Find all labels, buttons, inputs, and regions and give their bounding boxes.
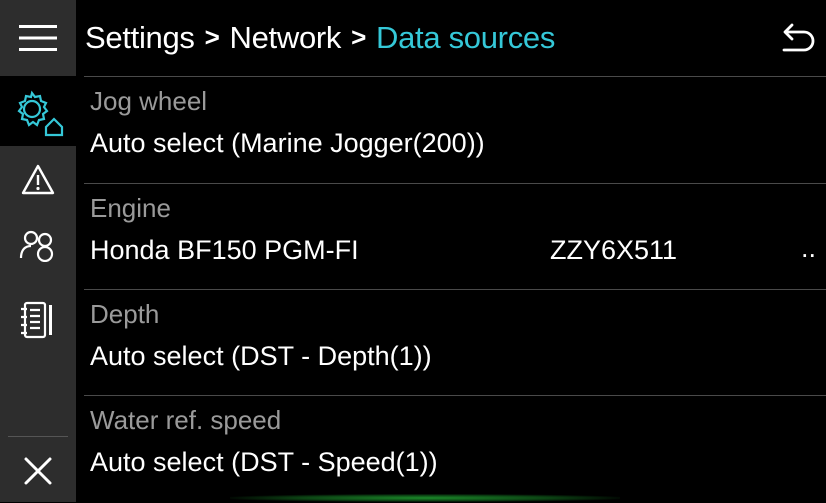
- list-item-water-ref-speed[interactable]: Water ref. speed Auto select (DST - Spee…: [76, 397, 826, 503]
- alerts-button[interactable]: [0, 150, 76, 210]
- breadcrumb-separator: >: [204, 22, 220, 52]
- list-item-depth[interactable]: Depth Auto select (DST - Depth(1)): [76, 291, 826, 397]
- menu-button[interactable]: [0, 0, 76, 76]
- sidebar-divider: [8, 436, 68, 437]
- row-label: Engine: [90, 193, 171, 223]
- alert-icon: [21, 164, 55, 195]
- breadcrumb-network[interactable]: Network: [230, 20, 342, 55]
- row-label: Jog wheel: [90, 86, 208, 116]
- row-label: Water ref. speed: [90, 405, 282, 435]
- breadcrumb-separator: >: [351, 22, 366, 52]
- more-indicator: ..: [800, 233, 816, 263]
- settings-button[interactable]: [0, 76, 76, 146]
- breadcrumb-data-sources: Data sources: [376, 20, 556, 55]
- row-divider: [84, 76, 826, 77]
- contacts-icon: [19, 230, 54, 262]
- row-value: Auto select (Marine Jogger(200)): [90, 128, 485, 158]
- row-serial: ZZY6X511: [550, 235, 678, 265]
- row-label: Depth: [90, 299, 160, 329]
- row-value: Auto select (DST - Depth(1)): [90, 341, 432, 371]
- row-value: Auto select (DST - Speed(1)): [90, 447, 438, 477]
- list-item-jog-wheel[interactable]: Jog wheel Auto select (Marine Jogger(200…: [76, 78, 826, 184]
- settings-home-icon: [17, 90, 64, 137]
- row-divider: [84, 183, 826, 184]
- close-button[interactable]: [0, 440, 76, 502]
- row-divider: [84, 289, 826, 290]
- row-divider: [84, 395, 826, 396]
- scroll-glow: [230, 494, 620, 502]
- breadcrumb: Settings > Network > Data sources: [85, 20, 555, 56]
- logbook-button[interactable]: [0, 285, 76, 355]
- header: Settings > Network > Data sources: [76, 0, 826, 76]
- back-button[interactable]: [778, 22, 818, 58]
- list-item-engine[interactable]: Engine Honda BF150 PGM-FI ZZY6X511 ..: [76, 185, 826, 291]
- contacts-button[interactable]: [0, 215, 76, 275]
- logbook-icon: [21, 301, 52, 339]
- sidebar: [0, 0, 76, 502]
- back-icon: [782, 23, 815, 52]
- row-value: Honda BF150 PGM-FI: [90, 235, 359, 265]
- breadcrumb-settings[interactable]: Settings: [85, 20, 195, 55]
- menu-icon: [19, 25, 57, 51]
- close-icon: [24, 457, 52, 485]
